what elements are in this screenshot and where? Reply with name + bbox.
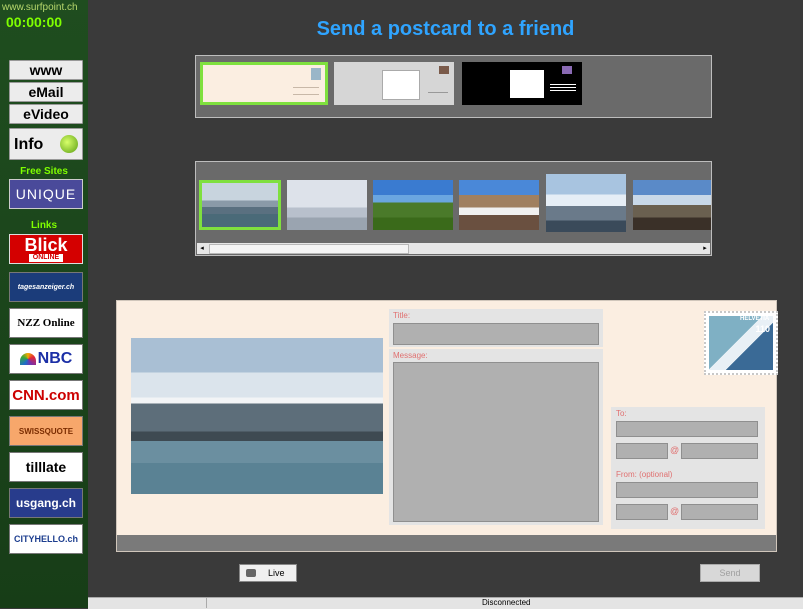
postcard-footer-bar <box>117 535 776 551</box>
image-thumbnail-6[interactable] <box>633 180 711 230</box>
site-url: www.surfpoint.ch <box>2 2 78 13</box>
template-line <box>293 94 319 95</box>
template-option-2[interactable] <box>334 62 454 105</box>
free-sites-label: Free Sites <box>20 166 68 177</box>
title-input[interactable] <box>393 323 599 345</box>
from-name-input[interactable] <box>616 482 758 498</box>
template-stamp-icon <box>439 66 449 74</box>
message-textarea[interactable] <box>393 362 599 522</box>
info-button-label: Info <box>14 136 44 153</box>
swissquote-logo-link[interactable]: SWISSQUOTE <box>9 416 83 446</box>
template-option-1[interactable] <box>200 62 328 105</box>
usgang-logo-link[interactable]: usgang.ch <box>9 488 83 518</box>
from-at-symbol: @ <box>670 506 680 516</box>
from-email-user-input[interactable] <box>616 504 668 520</box>
to-name-input[interactable] <box>616 421 758 437</box>
postcard: Title: Message: HELVETIA 110 To: @ From:… <box>116 300 778 552</box>
template-image-box <box>510 70 544 98</box>
to-email-domain-input[interactable] <box>681 443 758 459</box>
unique-logo-text: UNIQUE <box>15 186 77 202</box>
cityhello-logo-link[interactable]: CITYHELLO.ch <box>9 524 83 554</box>
template-line <box>293 87 319 88</box>
stamp-value-text: 110 <box>755 324 770 334</box>
image-thumbnail-5[interactable] <box>546 174 626 232</box>
image-thumbnail-3[interactable] <box>373 180 453 230</box>
image-thumbnail-4[interactable] <box>459 180 539 230</box>
image-thumbnail-1[interactable] <box>199 180 281 230</box>
postage-stamp: HELVETIA 110 <box>704 311 778 375</box>
evideo-button[interactable]: eVideo <box>9 104 83 124</box>
nzz-logo-link[interactable]: NZZ Online <box>9 308 83 338</box>
sidebar: www.surfpoint.ch 00:00:00 www eMail eVid… <box>0 0 88 608</box>
links-label: Links <box>30 220 58 231</box>
blick-logo-text: Blick <box>24 235 68 255</box>
image-strip: ◂ ▸ <box>195 161 712 256</box>
template-line <box>550 84 576 92</box>
send-button[interactable]: Send <box>700 564 760 582</box>
unique-logo-link[interactable]: UNIQUE <box>9 179 83 209</box>
status-panel <box>88 598 207 608</box>
image-thumbnail-2[interactable] <box>287 180 367 230</box>
from-label: From: (optional) <box>616 470 673 479</box>
title-section: Title: <box>389 309 603 347</box>
cityhello-logo-text: CITYHELLO.ch <box>13 534 78 544</box>
info-globe-icon <box>60 135 78 153</box>
nbc-peacock-icon <box>19 353 36 365</box>
title-label: Title: <box>393 311 411 320</box>
template-image-box <box>382 70 420 100</box>
tilllate-logo-text: tilllate <box>25 459 67 475</box>
scroll-thumb[interactable] <box>209 244 409 254</box>
status-bar: Disconnected <box>88 597 803 609</box>
status-connection: Disconnected <box>482 598 531 607</box>
blick-logo-link[interactable]: Blick ONLINE <box>9 234 83 264</box>
page-title: Send a postcard to a friend <box>316 18 575 40</box>
message-label: Message: <box>393 351 428 360</box>
live-button-label: Live <box>268 568 285 578</box>
live-button[interactable]: Live <box>239 564 297 582</box>
message-section: Message: <box>389 349 603 525</box>
tilllate-logo-link[interactable]: tilllate <box>9 452 83 482</box>
main-panel: Send a postcard to a friend ◂ ▸ Title: M… <box>88 0 803 597</box>
cnn-logo-link[interactable]: CNN.com <box>9 380 83 410</box>
to-email-user-input[interactable] <box>616 443 668 459</box>
send-button-label: Send <box>719 568 741 578</box>
nbc-logo-link[interactable]: NBC <box>9 344 83 374</box>
to-at-symbol: @ <box>670 445 680 455</box>
blick-logo-subtext: ONLINE <box>28 254 64 262</box>
www-button[interactable]: www <box>9 60 83 80</box>
template-strip <box>195 55 712 118</box>
image-strip-scrollbar[interactable]: ◂ ▸ <box>197 243 710 254</box>
postcard-image <box>131 338 383 494</box>
address-section: To: @ From: (optional) @ <box>611 407 765 529</box>
nbc-logo-text: NBC <box>37 350 73 367</box>
template-line <box>428 92 448 93</box>
stamp-country-text: HELVETIA <box>740 316 770 322</box>
scroll-left-arrow-icon[interactable]: ◂ <box>197 243 207 254</box>
tagesanzeiger-logo-link[interactable]: tagesanzeiger.ch <box>9 272 83 302</box>
email-button[interactable]: eMail <box>9 82 83 102</box>
info-button[interactable]: Info <box>9 128 83 160</box>
scroll-right-arrow-icon[interactable]: ▸ <box>700 243 710 254</box>
camera-icon <box>246 569 256 577</box>
usgang-logo-text: usgang.ch <box>15 496 76 510</box>
swissquote-logo-text: SWISSQUOTE <box>18 426 74 436</box>
to-label: To: <box>616 409 627 418</box>
template-option-3[interactable] <box>462 62 582 105</box>
session-timer: 00:00:00 <box>6 14 63 30</box>
from-email-domain-input[interactable] <box>681 504 758 520</box>
nzz-logo-text: NZZ Online <box>17 317 75 329</box>
template-stamp-icon <box>311 68 321 80</box>
tagesanzeiger-logo-text: tagesanzeiger.ch <box>17 283 75 291</box>
template-stamp-icon <box>562 66 572 74</box>
cnn-logo-text: CNN.com <box>12 386 80 404</box>
